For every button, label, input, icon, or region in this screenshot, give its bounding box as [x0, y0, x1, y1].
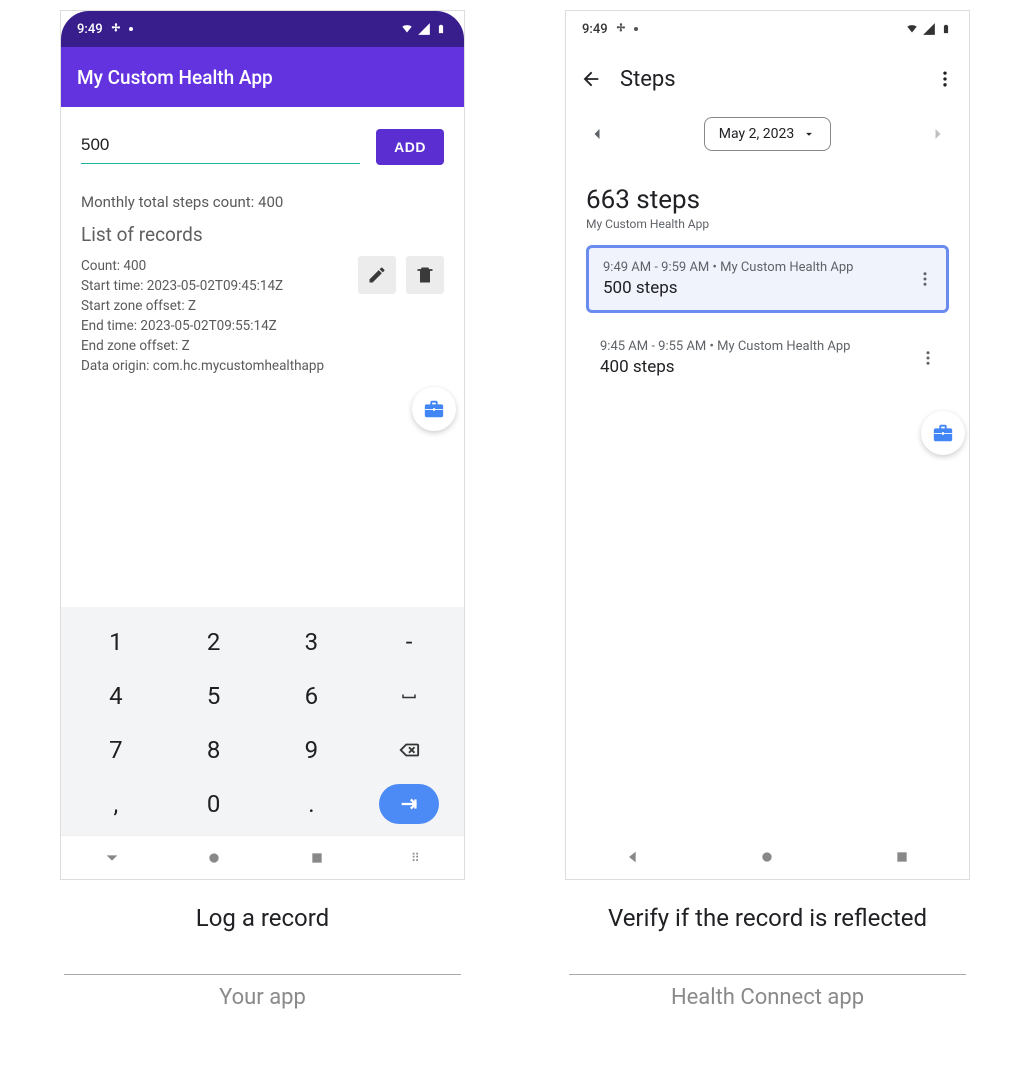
entry-value: 500 steps — [603, 278, 932, 298]
date-picker-button[interactable]: May 2, 2023 — [704, 117, 831, 151]
key-2[interactable]: 2 — [165, 615, 263, 669]
numeric-keyboard: 123- 456 789,0. — [61, 607, 464, 835]
key-7[interactable]: 7 — [67, 723, 165, 777]
nav-keyboard-icon[interactable]: ⠿ — [411, 851, 421, 865]
records-list-title: List of records — [81, 223, 444, 246]
status-time: 9:49 — [582, 22, 608, 37]
delete-button[interactable] — [406, 256, 444, 294]
steps-summary: 663 steps My Custom Health App — [586, 185, 949, 231]
back-button[interactable] — [580, 68, 602, 90]
status-time: 9:49 — [77, 22, 103, 37]
fan-icon — [109, 22, 123, 36]
nav-home-icon[interactable] — [206, 850, 222, 866]
hc-header: Steps — [566, 47, 969, 111]
entry-overflow-button[interactable] — [912, 266, 938, 292]
toolbox-fab[interactable] — [412, 387, 456, 431]
nav-home-icon[interactable] — [759, 849, 775, 865]
summary-value: 663 steps — [586, 185, 949, 215]
app-bar: My Custom Health App — [61, 47, 464, 107]
entry-meta: 9:45 AM - 9:55 AM • My Custom Health App — [600, 339, 935, 354]
toolbox-fab[interactable] — [921, 411, 965, 455]
status-dot-icon — [129, 27, 133, 31]
entry-meta: 9:49 AM - 9:59 AM • My Custom Health App — [603, 260, 932, 275]
key-backspace[interactable] — [360, 723, 458, 777]
key--[interactable]: - — [360, 615, 458, 669]
monthly-total-label: Monthly total steps count: 400 — [81, 193, 444, 211]
status-dot-icon — [634, 27, 638, 31]
caption-right-sub: Health Connect app — [565, 985, 970, 1010]
signal-icon — [417, 22, 431, 36]
phone-your-app: 9:49 — [60, 10, 465, 880]
summary-source: My Custom Health App — [586, 217, 949, 231]
nav-back-icon[interactable] — [104, 850, 120, 866]
app-title: My Custom Health App — [77, 66, 273, 89]
date-prev-button[interactable] — [586, 123, 608, 145]
android-nav-bar — [566, 835, 969, 879]
status-bar: 9:49 — [566, 11, 969, 47]
status-bar: 9:49 — [61, 11, 464, 47]
key-5[interactable]: 5 — [165, 669, 263, 723]
caption-left-divider — [64, 974, 461, 975]
add-button[interactable]: ADD — [376, 129, 444, 165]
nav-recent-icon[interactable] — [894, 849, 910, 865]
key-8[interactable]: 8 — [165, 723, 263, 777]
key-4[interactable]: 4 — [67, 669, 165, 723]
record-item: Count: 400 Start time: 2023-05-02T09:45:… — [81, 256, 444, 376]
nav-recent-icon[interactable] — [309, 850, 325, 866]
caret-down-icon — [802, 127, 816, 141]
record-end-time: End time: 2023-05-02T09:55:14Z — [81, 316, 444, 336]
key-.[interactable]: . — [263, 777, 361, 831]
key-1[interactable]: 1 — [67, 615, 165, 669]
steps-input[interactable] — [81, 129, 360, 164]
battery-icon — [434, 22, 448, 36]
record-origin: Data origin: com.hc.mycustomhealthapp — [81, 356, 444, 376]
key-,[interactable]: , — [67, 777, 165, 831]
steps-entry[interactable]: 9:45 AM - 9:55 AM • My Custom Health App… — [586, 327, 949, 389]
entry-value: 400 steps — [600, 357, 935, 377]
wifi-icon — [400, 22, 414, 36]
page-title: Steps — [620, 67, 917, 92]
date-label: May 2, 2023 — [719, 126, 794, 142]
wifi-icon — [905, 22, 919, 36]
fan-icon — [614, 22, 628, 36]
key-space[interactable] — [360, 669, 458, 723]
key-0[interactable]: 0 — [165, 777, 263, 831]
date-next-button[interactable] — [927, 123, 949, 145]
android-nav-bar: ⠿ — [61, 835, 464, 879]
battery-icon — [939, 22, 953, 36]
record-start-zone: Start zone offset: Z — [81, 296, 444, 316]
steps-entry[interactable]: 9:49 AM - 9:59 AM • My Custom Health App… — [586, 245, 949, 313]
caption-left-sub: Your app — [60, 985, 465, 1010]
entry-overflow-button[interactable] — [915, 345, 941, 371]
key-9[interactable]: 9 — [263, 723, 361, 777]
caption-left-step: Log a record — [60, 904, 465, 970]
edit-button[interactable] — [358, 256, 396, 294]
signal-icon — [922, 22, 936, 36]
caption-right-step: Verify if the record is reflected — [565, 904, 970, 970]
overflow-menu-button[interactable] — [935, 69, 955, 89]
key-6[interactable]: 6 — [263, 669, 361, 723]
caption-right-divider — [569, 974, 966, 975]
record-end-zone: End zone offset: Z — [81, 336, 444, 356]
nav-back-icon[interactable] — [625, 849, 641, 865]
key-enter[interactable] — [360, 777, 458, 831]
key-3[interactable]: 3 — [263, 615, 361, 669]
phone-health-connect: 9:49 — [565, 10, 970, 880]
